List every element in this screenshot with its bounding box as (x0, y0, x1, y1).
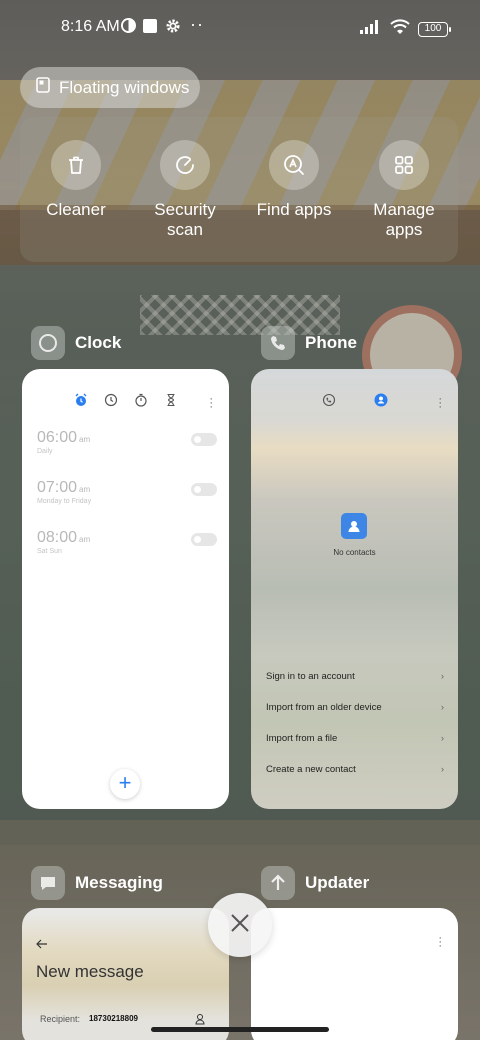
phone-app-name: Phone (305, 333, 357, 352)
stopwatch-icon[interactable] (134, 393, 148, 412)
contacts-empty-icon (341, 513, 367, 539)
trash-icon (51, 140, 101, 190)
updater-app-name: Updater (305, 873, 370, 892)
messaging-app-header[interactable]: Messaging (31, 866, 163, 900)
alarm-time: 07:00 am (37, 479, 91, 496)
alarm-row[interactable]: 06:00 am Daily (37, 429, 217, 455)
updater-app-card[interactable]: · · · (251, 908, 458, 1040)
home-indicator[interactable] (151, 1027, 329, 1032)
alarm-row[interactable]: 08:00 am Sat Sun (37, 529, 217, 555)
call-log-icon[interactable] (322, 393, 336, 412)
new-message-title: New message (36, 962, 144, 981)
find-apps-button[interactable]: Find apps (239, 140, 349, 220)
status-time: 8:16 AM (61, 18, 120, 35)
find-apps-icon (269, 140, 319, 190)
chevron-right-icon: › (440, 733, 444, 744)
updater-app-header[interactable]: Updater (261, 866, 369, 900)
find-apps-label: Find apps (256, 200, 332, 219)
clock-more-menu-icon[interactable]: · · · (209, 394, 213, 413)
clear-all-button[interactable] (208, 893, 272, 957)
add-alarm-button[interactable]: + (110, 769, 140, 799)
alarm-repeat: Daily (37, 448, 53, 455)
cleaner-button[interactable]: Cleaner (21, 140, 131, 220)
clock-tabbar (22, 393, 229, 412)
create-contact-option[interactable]: Create a new contact › (266, 764, 444, 775)
alarm-toggle[interactable] (191, 433, 217, 446)
wifi-icon (390, 19, 410, 39)
security-scan-label: Security scan (154, 200, 216, 239)
more-dots-icon: ·· (190, 14, 204, 34)
messaging-app-icon (31, 866, 65, 900)
clock-app-header[interactable]: Clock (31, 326, 121, 360)
messaging-app-card[interactable]: New message Recipient: 18730218809 (22, 908, 229, 1040)
phone-app-icon (261, 326, 295, 360)
phone-app-header[interactable]: Phone (261, 326, 357, 360)
messaging-app-name: Messaging (75, 873, 163, 892)
manage-apps-label: Manage apps (373, 200, 435, 239)
phone-more-menu-icon[interactable]: · · · (438, 394, 442, 413)
grid-icon (379, 140, 429, 190)
alarm-icon[interactable] (74, 393, 88, 412)
status-right: 100 (360, 19, 451, 39)
clock-app-icon (31, 326, 65, 360)
no-contacts-label: No contacts (333, 548, 376, 557)
alarm-row[interactable]: 07:00 am Monday to Friday (37, 479, 217, 505)
chevron-right-icon: › (440, 671, 444, 682)
data-saver-icon (121, 18, 136, 38)
gear-icon (165, 18, 181, 39)
alarm-toggle[interactable] (191, 483, 217, 496)
battery-icon: 100 (418, 21, 451, 37)
chevron-right-icon: › (440, 764, 444, 775)
import-from-file-option[interactable]: Import from a file › (266, 733, 444, 744)
close-icon (229, 912, 251, 939)
recipient-field[interactable]: Recipient: 18730218809 (40, 1014, 138, 1024)
alarm-repeat: Sat Sun (37, 548, 62, 555)
status-bar: 8:16 AM ·· 100 (0, 0, 480, 56)
security-scan-button[interactable]: Security scan (130, 140, 240, 240)
import-older-device-option[interactable]: Import from an older device › (266, 702, 444, 713)
notification-square-icon (142, 18, 158, 39)
signal-icon (360, 19, 382, 39)
floating-window-icon (36, 77, 50, 98)
alarm-toggle[interactable] (191, 533, 217, 546)
alarm-time: 08:00 am (37, 529, 91, 546)
clock-app-card[interactable]: · · · 06:00 am Daily 07:00 am Monday to Frid… (22, 369, 229, 809)
clock-app-name: Clock (75, 333, 122, 352)
security-scan-icon (160, 140, 210, 190)
timer-icon[interactable] (164, 393, 178, 412)
updater-app-icon (261, 866, 295, 900)
back-arrow-icon[interactable] (36, 936, 48, 954)
floating-windows-button[interactable]: Floating windows (20, 67, 200, 108)
manage-apps-button[interactable]: Manage apps (349, 140, 459, 240)
phone-app-card[interactable]: · · · No contacts Sign in to an account › I… (251, 369, 458, 809)
contacts-icon[interactable] (374, 393, 388, 412)
floating-windows-label: Floating windows (59, 77, 190, 97)
chevron-right-icon: › (440, 702, 444, 713)
sign-in-account-option[interactable]: Sign in to an account › (266, 671, 444, 682)
updater-more-menu-icon[interactable]: · · · (438, 933, 442, 952)
alarm-time: 06:00 am (37, 429, 91, 446)
alarm-repeat: Monday to Friday (37, 498, 92, 505)
phone-tabbar (251, 393, 458, 412)
clock-icon[interactable] (104, 393, 118, 412)
cleaner-label: Cleaner (46, 200, 106, 219)
